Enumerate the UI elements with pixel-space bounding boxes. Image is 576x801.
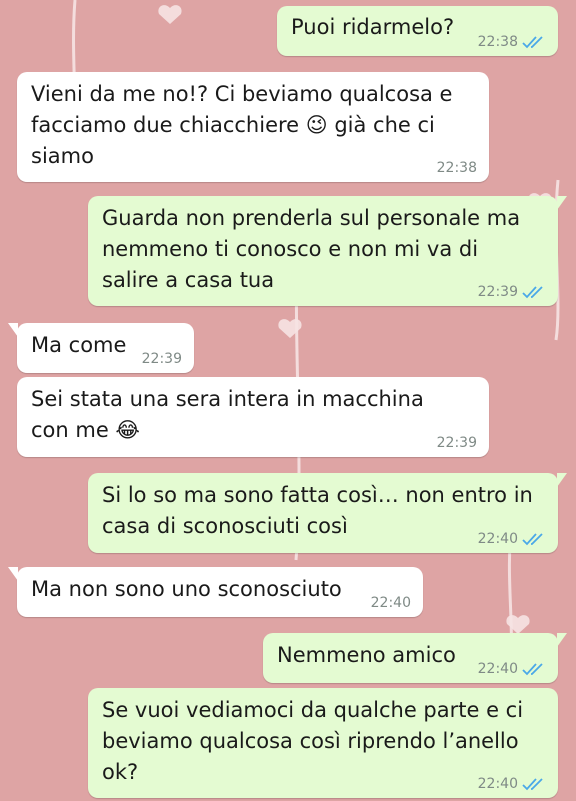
message-meta: 22:39 (478, 284, 546, 300)
double-check-icon (522, 778, 543, 791)
message-meta: 22:39 (437, 435, 477, 451)
message-text: Vieni da me no!? Ci beviamo qualcosa e f… (31, 82, 453, 168)
bubble-tail (8, 567, 18, 581)
message-text: Sei stata una sera intera in macchina co… (31, 387, 424, 442)
bubble-tail (557, 196, 567, 210)
message-outgoing[interactable]: Guarda non prenderla sul personale ma ne… (88, 196, 567, 306)
double-check-icon (522, 663, 543, 676)
message-time: 22:39 (477, 284, 518, 300)
message-meta: 22:40 (478, 661, 546, 677)
message-meta: 22:40 (478, 776, 546, 792)
message-incoming[interactable]: Vieni da me no!? Ci beviamo qualcosa e f… (17, 72, 489, 182)
message-text: Guarda non prenderla sul personale ma ne… (102, 206, 521, 292)
message-outgoing[interactable]: Se vuoi vediamoci da qualche parte e ci … (88, 688, 558, 798)
message-meta: 22:38 (478, 34, 546, 50)
bubble-tail (557, 473, 567, 487)
message-time: 22:39 (436, 435, 477, 451)
message-time: 22:40 (477, 531, 518, 547)
double-check-icon (522, 533, 543, 546)
message-meta: 22:40 (371, 595, 411, 611)
message-time: 22:40 (477, 776, 518, 792)
message-meta: 22:40 (478, 531, 546, 547)
message-meta: 22:38 (437, 160, 477, 176)
bubble-tail (8, 323, 18, 337)
message-incoming[interactable]: Ma come 22:39 (8, 323, 194, 373)
double-check-icon (522, 36, 543, 49)
message-time: 22:40 (370, 595, 411, 611)
bubble-tail (557, 633, 567, 647)
message-text: Se vuoi vediamoci da qualche parte e ci … (102, 698, 524, 784)
message-outgoing[interactable]: Si lo so ma sono fatta così… non entro i… (88, 473, 567, 553)
message-time: 22:39 (141, 351, 182, 367)
message-time: 22:38 (477, 34, 518, 50)
message-time: 22:40 (477, 661, 518, 677)
message-text: Ma non sono uno sconosciuto (31, 577, 342, 601)
message-outgoing[interactable]: Puoi ridarmelo? 22:38 (277, 6, 558, 56)
message-incoming[interactable]: Sei stata una sera intera in macchina co… (17, 377, 489, 457)
message-incoming[interactable]: Ma non sono uno sconosciuto 22:40 (8, 567, 423, 617)
message-meta: 22:39 (142, 351, 182, 367)
message-time: 22:38 (436, 160, 477, 176)
double-check-icon (522, 286, 543, 299)
message-outgoing[interactable]: Nemmeno amico 22:40 (263, 633, 567, 683)
